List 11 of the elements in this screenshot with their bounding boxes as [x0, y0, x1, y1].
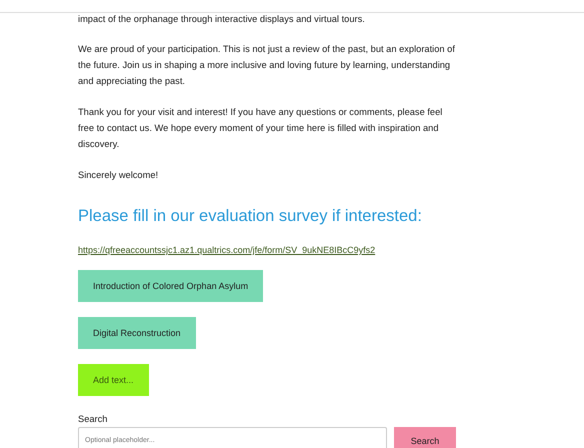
- paragraph: impact of the orphanage through interactive displays and virtual tours.: [78, 13, 366, 25]
- search-label: Search: [78, 414, 108, 424]
- content-button[interactable]: Add text...: [78, 364, 149, 396]
- survey-link[interactable]: https://qfreeaccountssjc1.az1.qualtrics.com/jfe/form/SV_9ukNE8IBcC9yfs2: [78, 245, 376, 255]
- search-button[interactable]: Search: [394, 427, 456, 448]
- paragraph: Sincerely welcome!: [78, 169, 160, 182]
- content-button[interactable]: Digital Reconstruction: [78, 317, 196, 349]
- paragraph: We are proud of your participation. This is not just a review of the past, but an exploration of the future. Join us in shaping a more inclusive and loving future by learning, understanding and appreciating the past.: [78, 43, 456, 88]
- survey-heading: Please fill in our evaluation survey if interested:: [78, 207, 423, 226]
- content-button[interactable]: Introduction of Colored Orphan Asylum: [78, 270, 264, 302]
- paragraph: Thank you for your visit and interest! If you have any questions or comments, please feel free to contact us. We hope every moment of your time here is filled with inspiration and discovery.: [78, 106, 444, 151]
